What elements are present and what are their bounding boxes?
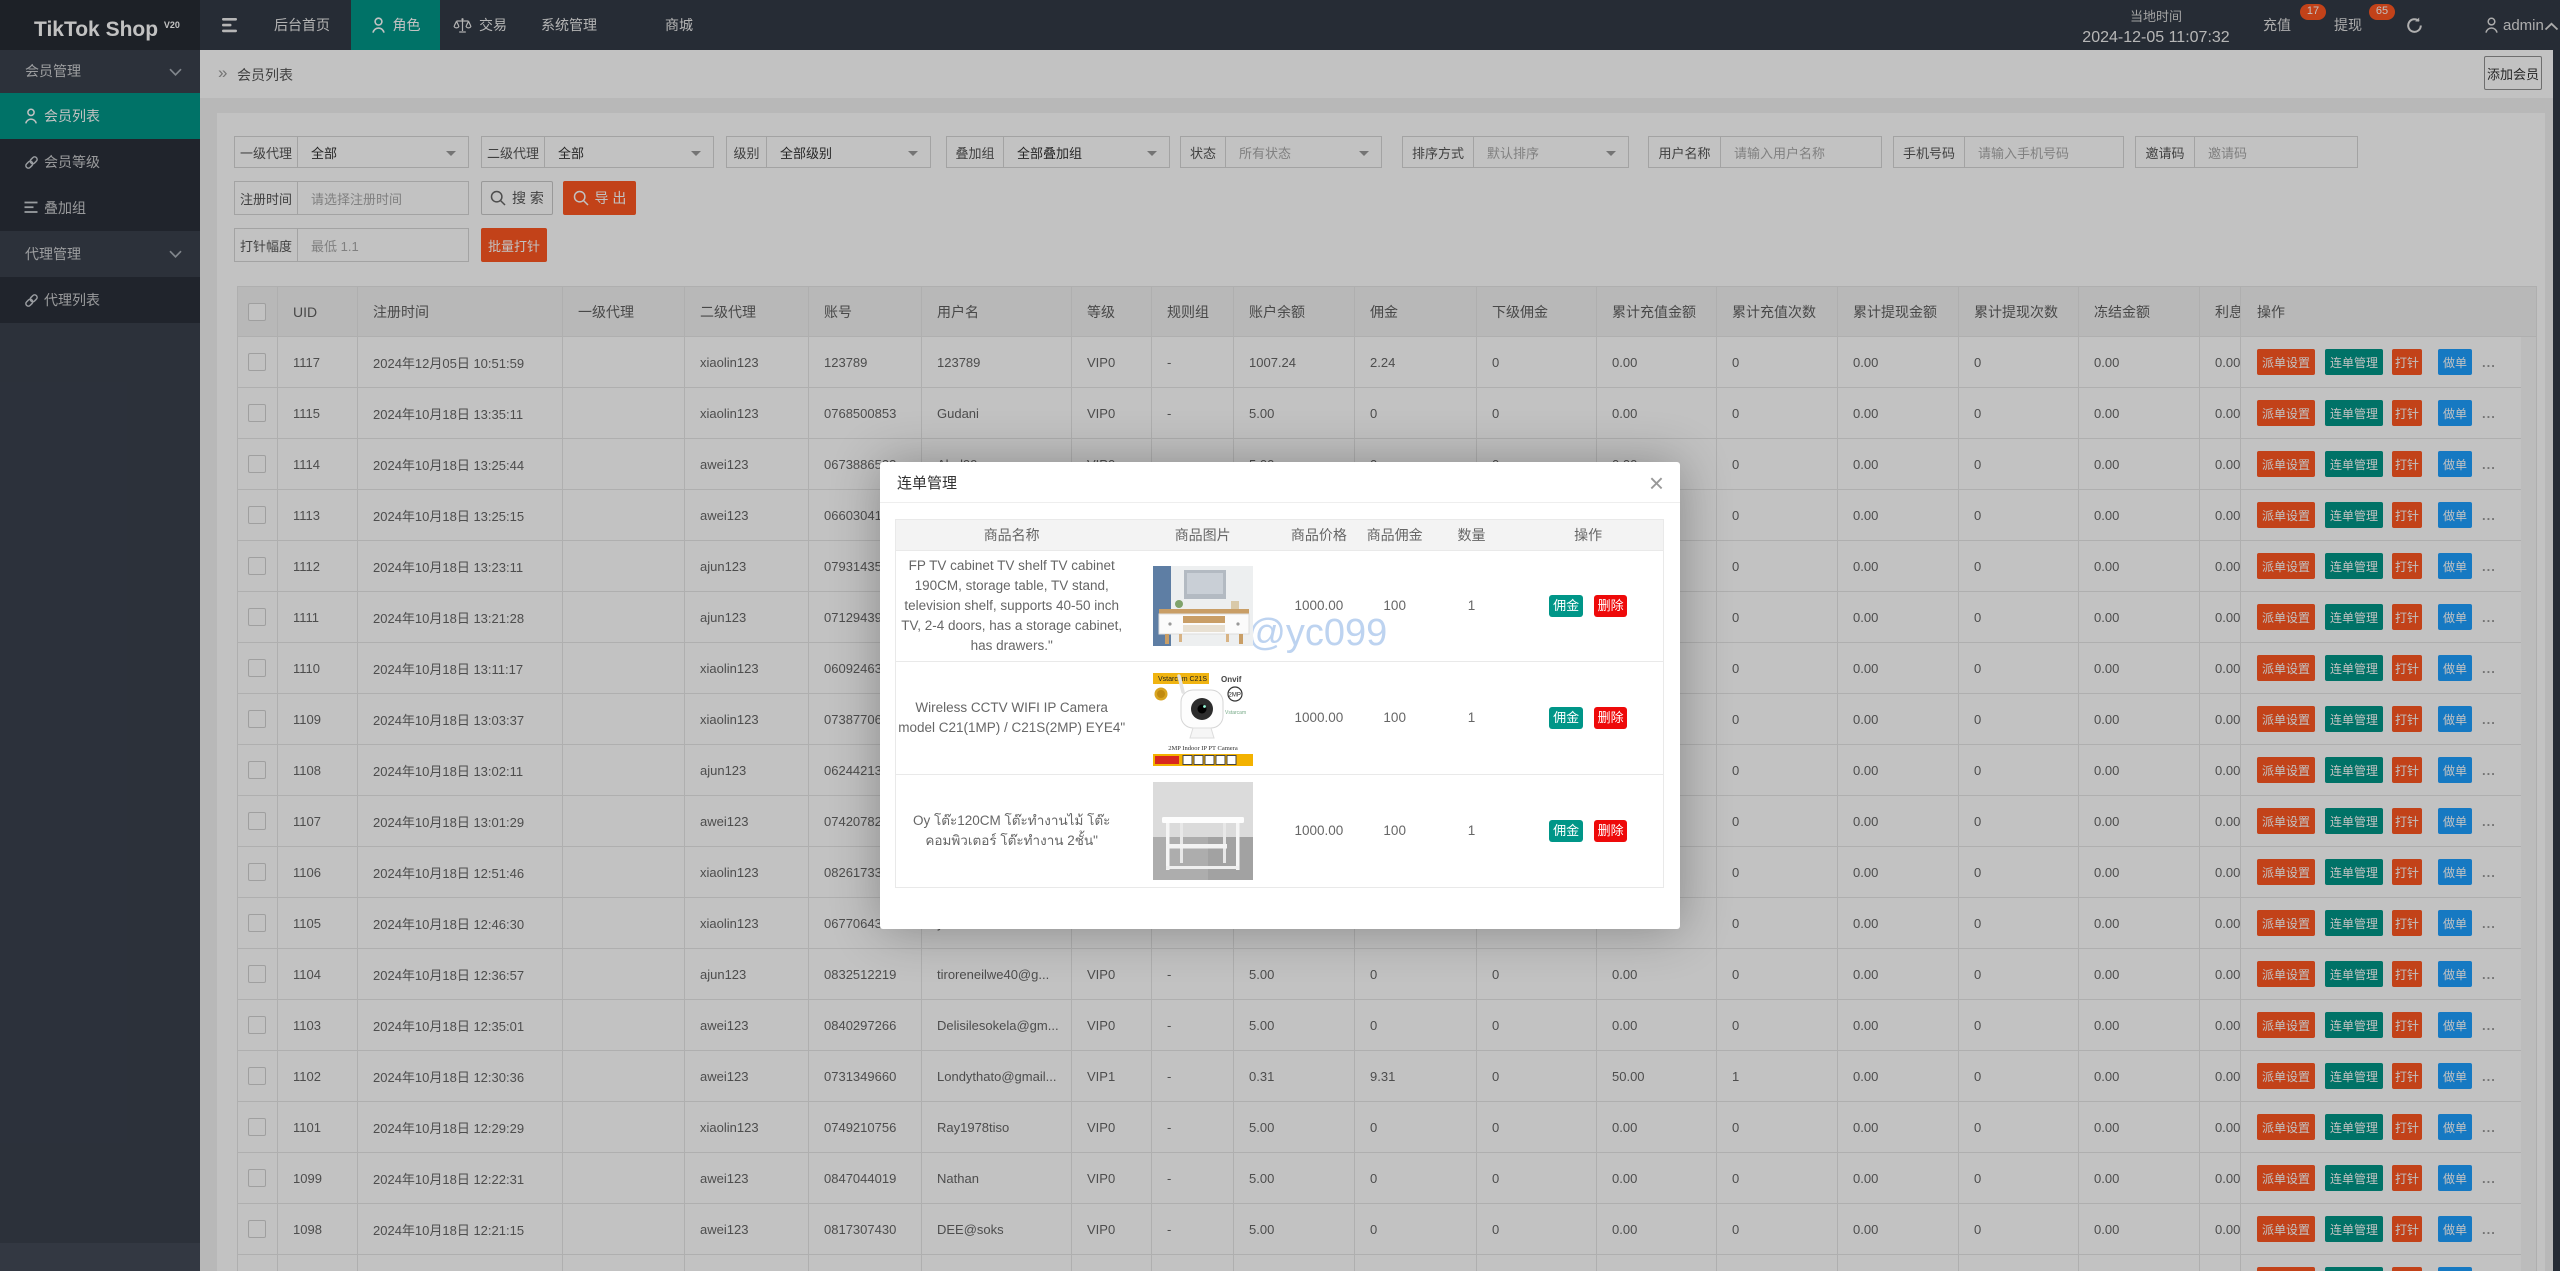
- svg-text:Vstarcam C21S: Vstarcam C21S: [1158, 676, 1207, 683]
- svg-text:Onvif: Onvif: [1221, 675, 1242, 684]
- svg-text:2MP Indoor IP PT Camera: 2MP Indoor IP PT Camera: [1168, 745, 1238, 752]
- svg-text:2MP: 2MP: [1228, 693, 1240, 699]
- svg-text:Vstarcam: Vstarcam: [1225, 710, 1246, 716]
